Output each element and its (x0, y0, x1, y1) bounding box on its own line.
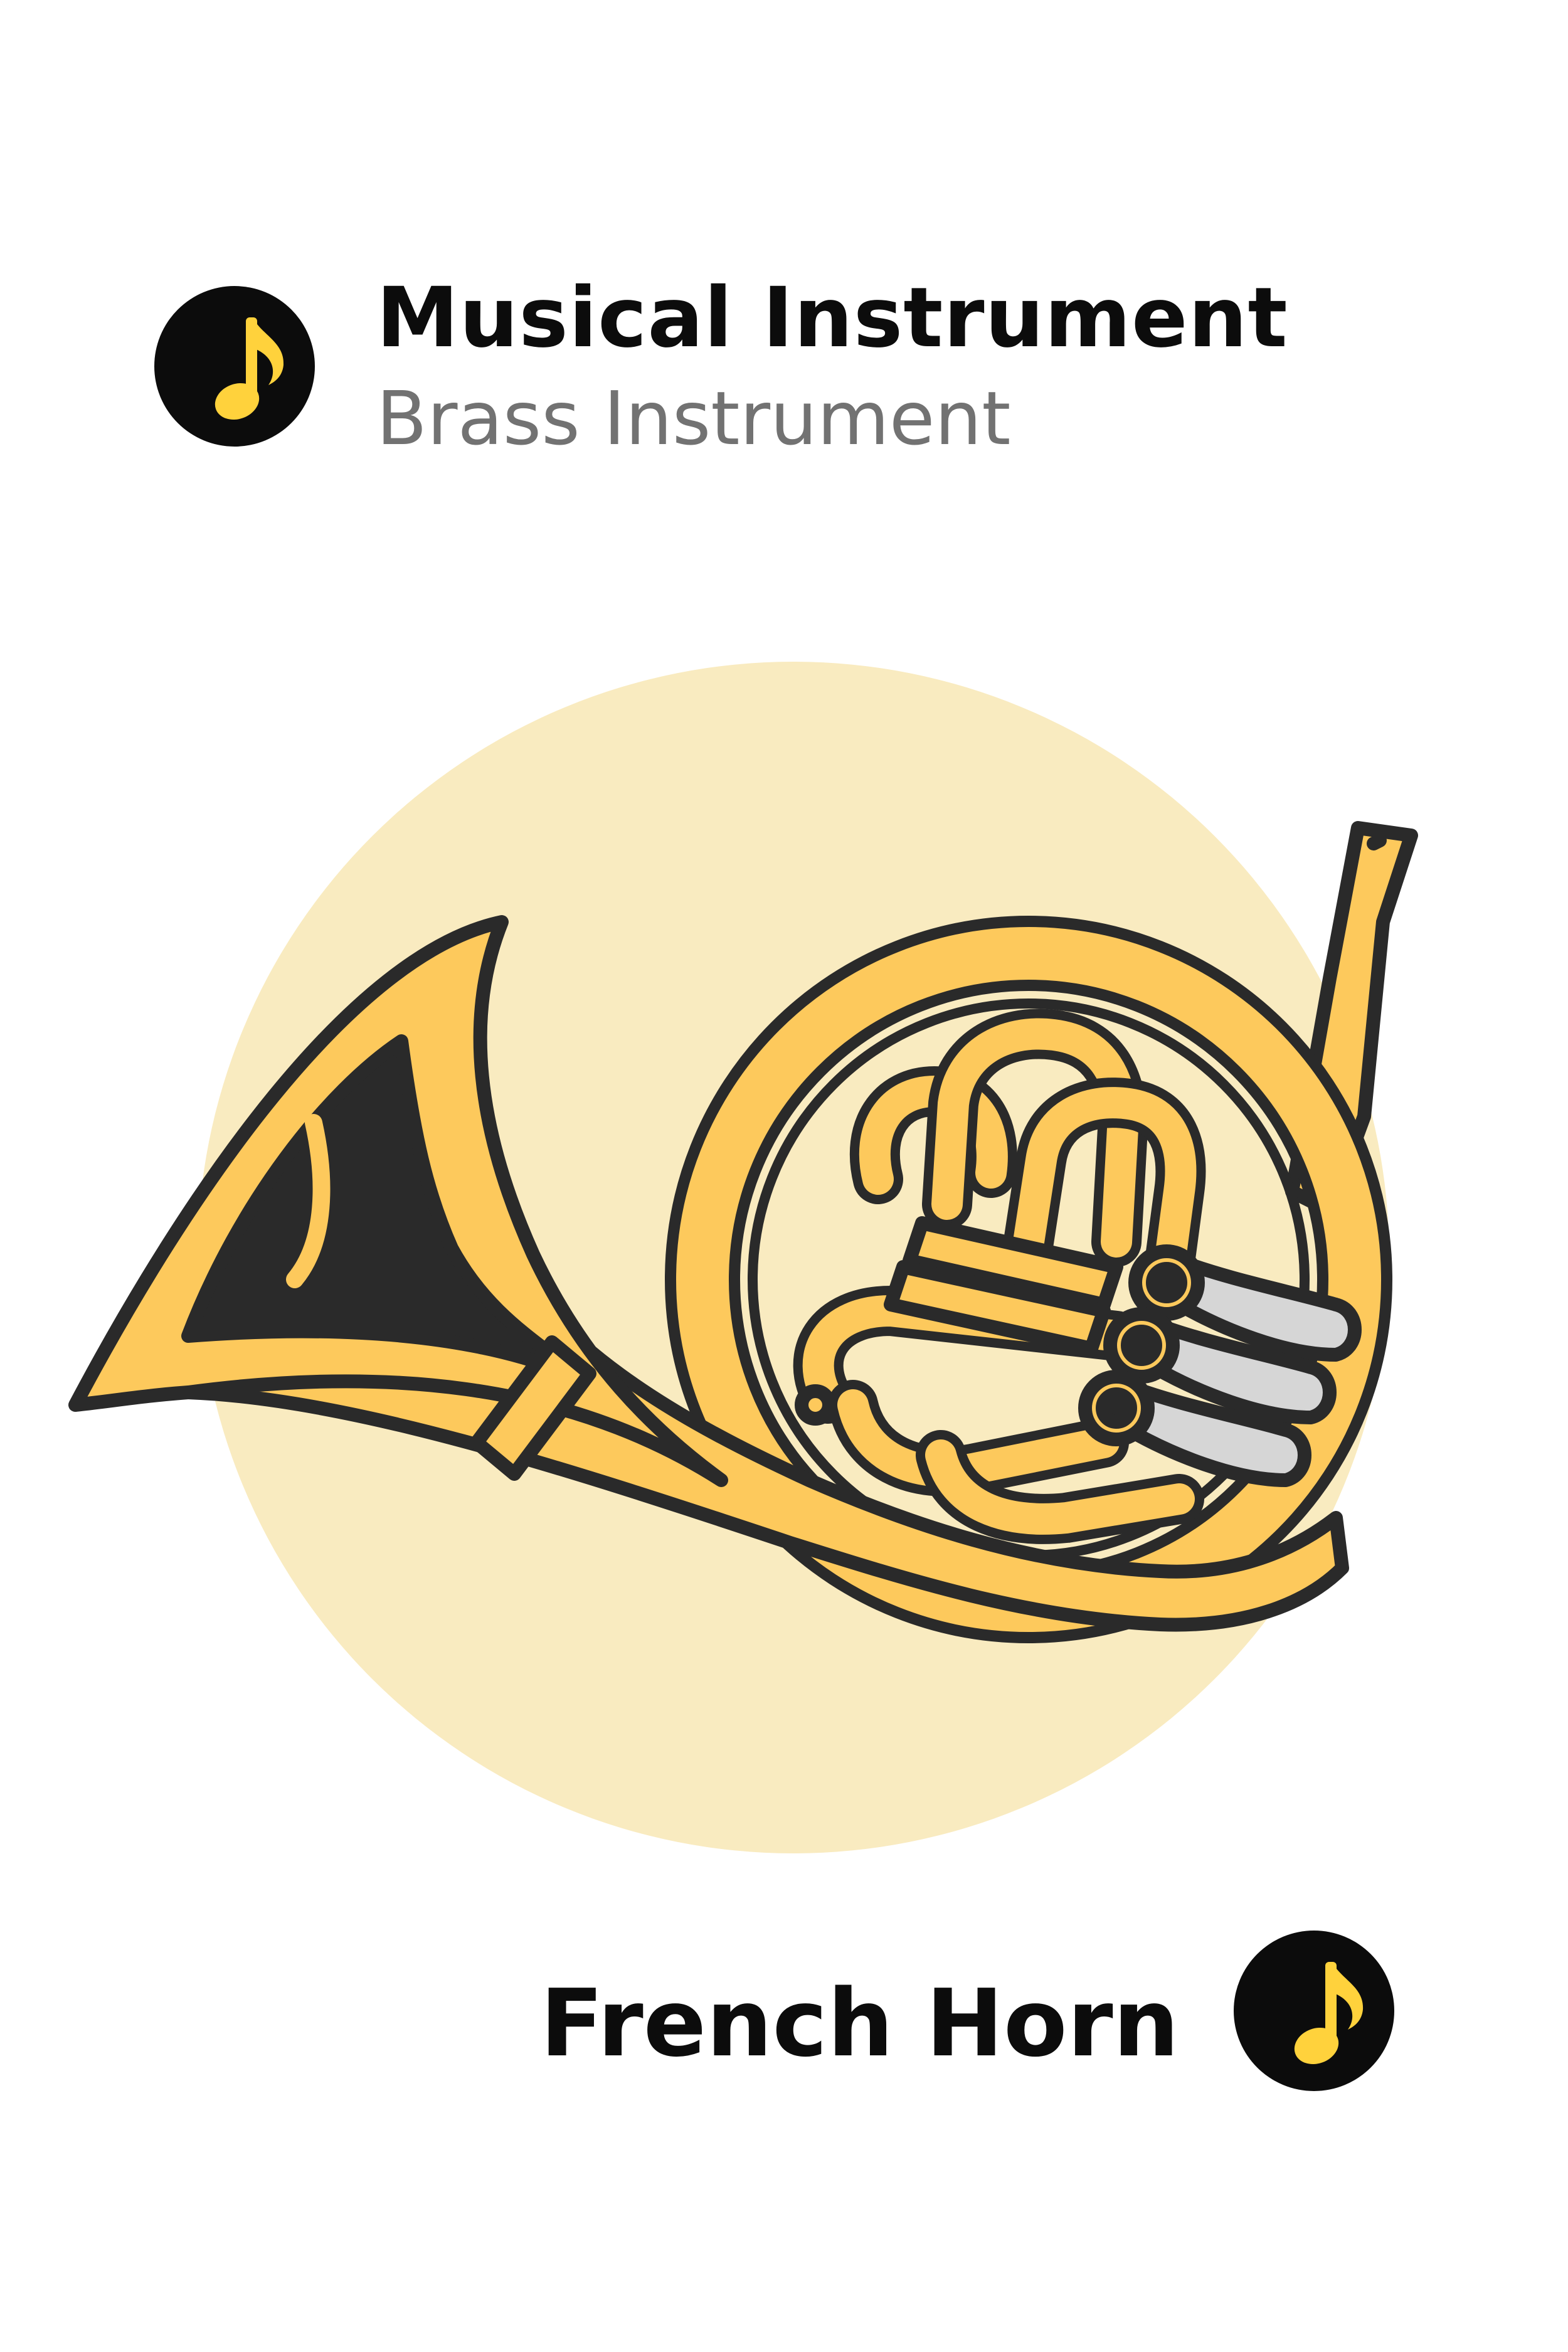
music-note-icon (215, 317, 284, 420)
music-badge-bottom (1234, 1931, 1394, 2091)
instrument-name: French Horn (540, 1969, 1179, 2077)
music-badge-top (154, 286, 315, 447)
page-title: Musical Instrument (376, 270, 1288, 366)
music-note-icon (1294, 1962, 1364, 2065)
page-subtitle: Brass Instrument (376, 375, 1011, 462)
